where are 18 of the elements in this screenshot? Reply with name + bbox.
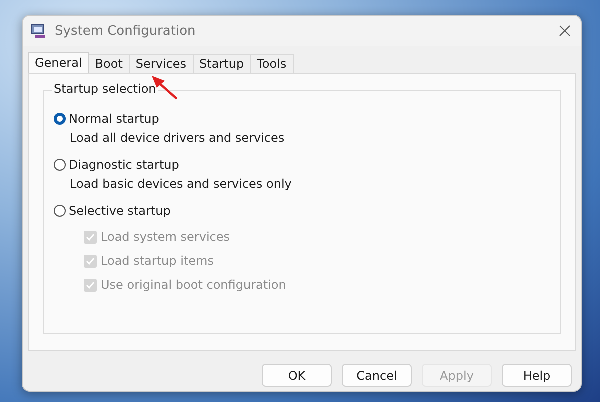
radio-button[interactable] [54, 113, 66, 125]
close-icon[interactable] [559, 25, 571, 37]
radio-button[interactable] [54, 205, 66, 217]
group-title: Startup selection [52, 82, 158, 96]
dialog-button[interactable]: Cancel [342, 364, 412, 387]
monitor-icon [31, 23, 47, 39]
window-title: System Configuration [55, 24, 197, 38]
tab[interactable]: General [28, 52, 90, 73]
dialog-button[interactable]: Help [502, 364, 572, 387]
tab[interactable]: Tools [250, 54, 294, 73]
radio-label[interactable]: Diagnostic startup [69, 158, 180, 172]
radio-label[interactable]: Selective startup [69, 204, 171, 218]
option-description: Load all device drivers and services [70, 131, 286, 147]
dialog-button[interactable]: OK [262, 364, 332, 387]
option-description: Load basic devices and services only [70, 177, 293, 193]
radio-label[interactable]: Normal startup [69, 112, 160, 126]
radio-button[interactable] [54, 159, 66, 171]
tab[interactable]: Startup [192, 54, 252, 73]
